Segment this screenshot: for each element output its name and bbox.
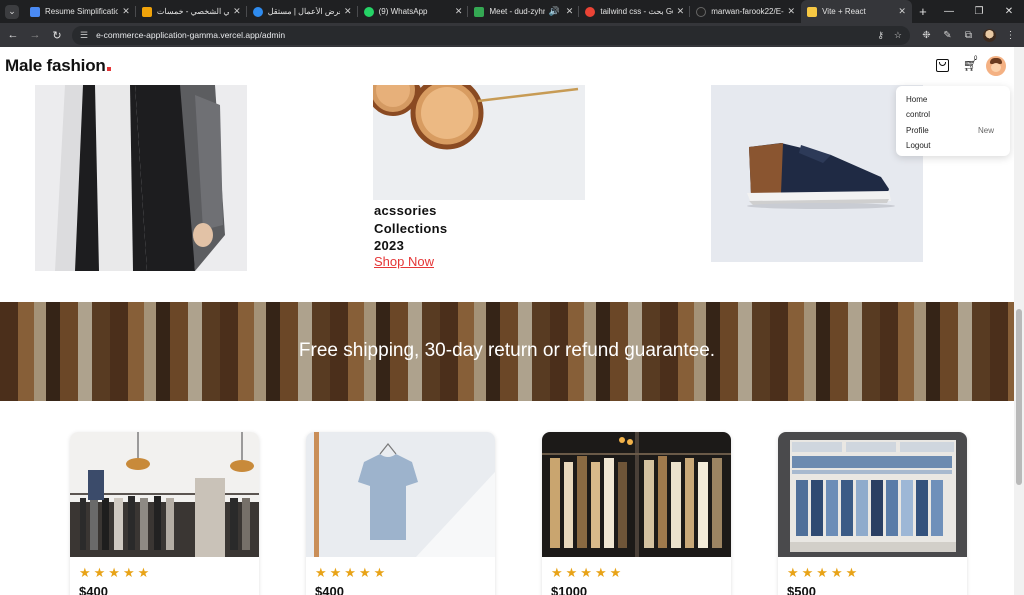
product-image-jeans-shelf xyxy=(778,432,967,557)
browser-toolbar: ← → ↻ ☰ e-commerce-application-gamma.ver… xyxy=(0,23,1024,47)
close-icon[interactable]: ✕ xyxy=(898,6,906,17)
extensions-puzzle-icon[interactable]: ⧉ xyxy=(958,30,979,41)
product-image-clothing-rack xyxy=(542,432,731,557)
browser-menu-icon[interactable]: ⋮ xyxy=(1000,30,1021,41)
category-line: 2023 xyxy=(374,238,405,253)
rating-stars: ★★★★★ xyxy=(551,565,625,580)
rating-stars: ★★★★★ xyxy=(79,565,153,580)
browser-tab[interactable]: إضافة معرض الأعمال | مستقل ✕ xyxy=(247,0,358,23)
browser-tab[interactable]: tailwind css - بحث Google ✕ xyxy=(579,0,691,23)
tab-title: ملفي الشخصي - خمسات xyxy=(156,7,230,16)
page-scrollbar[interactable] xyxy=(1014,47,1024,595)
restore-icon[interactable]: ❐ xyxy=(964,6,994,17)
vite-icon xyxy=(807,6,818,17)
category-glasses-image xyxy=(373,85,585,200)
rating-stars: ★★★★★ xyxy=(315,565,389,580)
logo-text: Male fashion xyxy=(5,56,106,75)
shop-now-link[interactable]: Shop Now xyxy=(374,254,434,269)
tab-favicon xyxy=(141,6,152,17)
speaker-icon[interactable]: 🔊 xyxy=(549,6,560,17)
free-shipping-banner: Free shipping, 30-day return or refund g… xyxy=(0,302,1014,401)
browser-tab[interactable]: Resume Simplification G ✕ xyxy=(24,0,136,23)
category-collection-text: acssories Collections 2023 xyxy=(374,202,447,255)
user-avatar[interactable] xyxy=(986,56,1006,76)
product-card[interactable]: ★★★★★ $1000 xyxy=(542,432,731,595)
address-bar[interactable]: ☰ e-commerce-application-gamma.vercel.ap… xyxy=(72,25,910,45)
tab-title: Meet - dud-zyhr-cry xyxy=(489,7,544,16)
extension-icon[interactable]: ❉ xyxy=(916,30,937,41)
site-header: Male fashion 🛒︎ 0 xyxy=(0,47,1014,85)
close-icon[interactable]: ✕ xyxy=(122,6,130,17)
tab-favicon xyxy=(474,6,485,17)
tab-favicon xyxy=(252,6,263,17)
tab-title: marwan-farook22/E-com xyxy=(711,7,784,16)
product-price: $1000 xyxy=(551,584,588,595)
banner-text: Free shipping, 30-day return or refund g… xyxy=(298,340,716,361)
bag-icon[interactable] xyxy=(936,59,949,72)
tab-title: Resume Simplification G xyxy=(44,7,119,16)
back-icon[interactable]: ← xyxy=(2,29,24,41)
browser-tab[interactable]: marwan-farook22/E-com ✕ xyxy=(690,0,801,23)
product-price: $500 xyxy=(787,584,816,595)
close-icon[interactable]: ✕ xyxy=(788,6,796,17)
close-icon[interactable]: ✕ xyxy=(344,6,352,17)
category-line: acssories xyxy=(374,203,437,218)
logo-dot xyxy=(106,67,111,71)
whatsapp-icon xyxy=(363,6,374,17)
browser-tab[interactable]: ملفي الشخصي - خمسات ✕ xyxy=(136,0,247,23)
page-content: Male fashion 🛒︎ 0 Home control Profile N… xyxy=(0,47,1014,595)
browser-tab[interactable]: (9) WhatsApp ✕ xyxy=(358,0,469,23)
product-image-tshirt xyxy=(306,432,495,557)
category-shoes-image xyxy=(711,85,923,262)
tab-title: (9) WhatsApp xyxy=(378,7,428,16)
browser-tab[interactable]: Meet - dud-zyhr-cry 🔊 ✕ xyxy=(468,0,580,23)
github-icon xyxy=(696,6,707,17)
cart-count: 0 xyxy=(974,56,978,62)
category-jacket-image xyxy=(35,85,247,271)
scrollbar-thumb[interactable] xyxy=(1016,309,1022,485)
menu-item-control[interactable]: control xyxy=(906,110,930,119)
menu-item-home[interactable]: Home xyxy=(906,95,927,104)
site-info-icon[interactable]: ☰ xyxy=(80,30,88,41)
chevron-down-icon: ⌄ xyxy=(4,4,19,19)
category-line: Collections xyxy=(374,220,448,236)
product-price: $400 xyxy=(315,584,344,595)
tab-title: إضافة معرض الأعمال | مستقل xyxy=(267,7,340,16)
close-icon[interactable]: ✕ xyxy=(677,6,685,17)
rating-stars: ★★★★★ xyxy=(787,565,861,580)
profile-new-badge: New xyxy=(977,126,994,135)
bookmark-star-icon[interactable]: ☆ xyxy=(894,30,902,41)
tab-search[interactable]: ⌄ xyxy=(0,0,24,23)
forward-icon[interactable]: → xyxy=(24,29,46,41)
browser-tab-active[interactable]: Vite + React ✕ xyxy=(801,0,912,23)
product-card[interactable]: ★★★★★ $400 xyxy=(70,432,259,595)
menu-item-logout[interactable]: Logout xyxy=(906,141,930,150)
window-controls: — ❐ ✕ xyxy=(934,6,1024,17)
new-tab-button[interactable]: + xyxy=(912,4,934,19)
browser-tabstrip: ⌄ Resume Simplification G ✕ ملفي الشخصي … xyxy=(0,0,1024,23)
google-icon xyxy=(585,6,596,17)
eyedropper-icon[interactable]: ✎ xyxy=(937,30,958,41)
url-text: e-commerce-application-gamma.vercel.app/… xyxy=(96,30,286,40)
minimize-icon[interactable]: — xyxy=(934,6,964,17)
close-window-icon[interactable]: ✕ xyxy=(994,6,1024,17)
product-card[interactable]: ★★★★★ $400 xyxy=(306,432,495,595)
tab-favicon xyxy=(29,6,40,17)
product-price: $400 xyxy=(79,584,108,595)
tab-title: tailwind css - بحث Google xyxy=(600,7,673,16)
browser-profile-avatar[interactable] xyxy=(983,28,996,42)
product-image-store-interior xyxy=(70,432,259,557)
close-icon[interactable]: ✕ xyxy=(233,6,241,17)
site-logo[interactable]: Male fashion xyxy=(5,56,111,76)
product-card[interactable]: ★★★★★ $500 xyxy=(778,432,967,595)
reload-icon[interactable]: ↻ xyxy=(46,29,68,42)
user-dropdown-menu: Home control Profile New Logout xyxy=(896,86,1010,156)
menu-item-profile[interactable]: Profile xyxy=(906,126,929,135)
password-key-icon[interactable]: ⚷ xyxy=(877,30,884,41)
close-icon[interactable]: ✕ xyxy=(455,6,463,17)
tab-title: Vite + React xyxy=(822,7,866,16)
close-icon[interactable]: ✕ xyxy=(566,6,574,17)
